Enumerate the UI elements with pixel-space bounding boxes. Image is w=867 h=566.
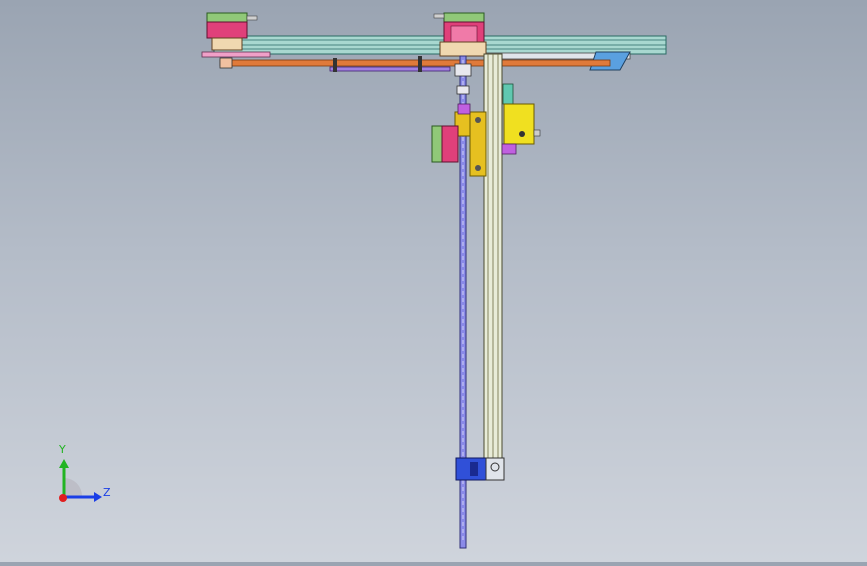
vertical-column[interactable] (483, 53, 503, 477)
stepper-motor-side[interactable] (431, 125, 459, 163)
axis-y-label: Y (59, 443, 66, 456)
base-block[interactable] (455, 457, 505, 481)
stepper-motor-center[interactable] (433, 12, 487, 57)
assembly-drawing[interactable] (0, 0, 867, 562)
cad-viewport[interactable]: Y Z (0, 0, 867, 562)
axis-triad (59, 459, 102, 502)
axis-z-label: Z (103, 486, 111, 499)
